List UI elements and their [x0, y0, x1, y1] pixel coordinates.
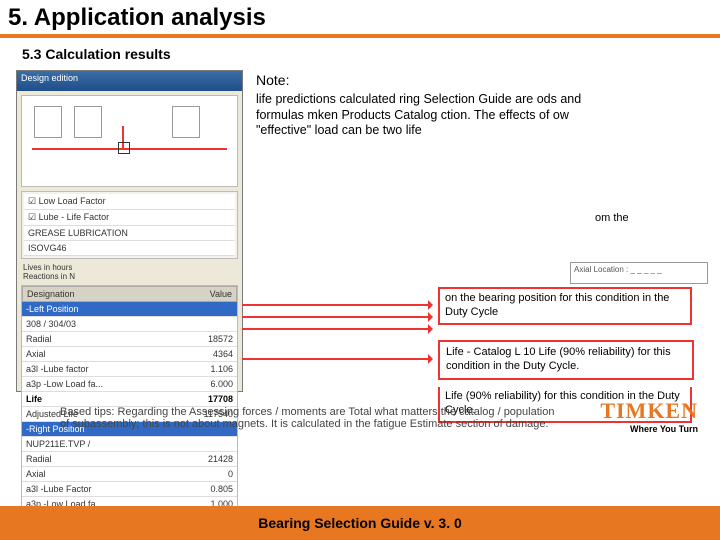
units-caption-2: Reactions in N	[17, 272, 242, 281]
content-area: Design edition ☑ Low Load Factor ☑ Lube …	[10, 62, 710, 482]
grid-header: Designation Value	[22, 286, 237, 302]
table-row[interactable]: Life 17708	[22, 392, 237, 407]
checkbox-row[interactable]: ☑ Lube - Life Factor	[24, 210, 235, 226]
col-value: Value	[210, 289, 232, 299]
col-designation: Designation	[27, 289, 75, 299]
cell-designation: -Left Position	[26, 304, 79, 314]
cell-designation: a3p -Low Load fa...	[26, 379, 103, 389]
table-row[interactable]: a3l -Lube Factor 0.805	[22, 482, 237, 497]
cell-designation: a3l -Lube Factor	[26, 484, 92, 494]
callout-arrow	[242, 316, 432, 318]
table-row[interactable]: Axial 0	[22, 467, 237, 482]
cell-value: 1.106	[210, 364, 233, 374]
footer-bar: Bearing Selection Guide v. 3. 0	[0, 506, 720, 540]
cell-value: 0	[228, 469, 233, 479]
lube-checkbox-label: Lube - Life Factor	[39, 212, 110, 222]
cell-designation: Axial	[26, 469, 46, 479]
bearing-icon	[172, 106, 200, 138]
callout-arrow	[242, 328, 432, 330]
cell-designation: NUP211E.TVP /	[26, 439, 90, 449]
units-caption-1: Lives in hours	[17, 263, 242, 272]
note-block: Note: life predictions calculated ring S…	[256, 72, 586, 139]
footnote-line: Based tips: Regarding the Assessing forc…	[60, 406, 554, 418]
window-title: Design edition	[17, 71, 242, 91]
note-heading: Note:	[256, 72, 586, 88]
footnote-line: of subassembly; this is not about magnet…	[60, 418, 549, 430]
cell-designation: 308 / 304/03	[26, 319, 76, 329]
table-row[interactable]: Axial 4364	[22, 347, 237, 362]
brand-logo: TIMKEN Where You Turn	[600, 398, 698, 434]
gear-marker	[118, 142, 130, 154]
app-screenshot: Design edition ☑ Low Load Factor ☑ Lube …	[16, 70, 243, 392]
table-row[interactable]: -Left Position	[22, 302, 237, 317]
callout-radial: on the bearing position for this conditi…	[438, 287, 692, 325]
callout-life: Life - Catalog L 10 Life (90% reliabilit…	[438, 340, 694, 380]
iso-value: ISOVG46	[24, 241, 235, 256]
callout-arrow	[242, 304, 432, 306]
page-title: 5. Application analysis	[8, 4, 710, 32]
table-row[interactable]: 308 / 304/03	[22, 317, 237, 332]
cell-designation: Life	[26, 394, 42, 404]
cell-value: 21428	[208, 454, 233, 464]
options-panel: ☑ Low Load Factor ☑ Lube - Life Factor G…	[21, 191, 238, 259]
cell-value: 0.805	[210, 484, 233, 494]
axial-location-field[interactable]: Axial Location : _ _ _ _ _	[570, 262, 708, 284]
title-bar: 5. Application analysis	[0, 0, 720, 38]
footnote-text: Based tips: Regarding the Assessing forc…	[60, 406, 570, 430]
cell-designation: Axial	[26, 349, 46, 359]
bearing-icon	[74, 106, 102, 138]
brand-name: TIMKEN	[600, 398, 698, 424]
checkbox-row[interactable]: ☑ Low Load Factor	[24, 194, 235, 210]
low-load-checkbox-label: Low Load Factor	[39, 196, 106, 206]
callout-arrow	[242, 358, 432, 360]
note-body: life predictions calculated ring Selecti…	[256, 92, 586, 139]
footer-title: Bearing Selection Guide v. 3. 0	[258, 515, 462, 531]
table-row[interactable]: NUP211E.TVP /	[22, 437, 237, 452]
cell-value: 18572	[208, 334, 233, 344]
brand-tagline: Where You Turn	[600, 424, 698, 434]
table-row[interactable]: Radial 18572	[22, 332, 237, 347]
table-row[interactable]: a3p -Low Load fa... 6.000	[22, 377, 237, 392]
cell-value: 6.000	[210, 379, 233, 389]
cell-value: 17708	[208, 394, 233, 404]
table-row[interactable]: Radial 21428	[22, 452, 237, 467]
bearing-icon	[34, 106, 62, 138]
lube-header: GREASE LUBRICATION	[24, 226, 235, 241]
cell-designation: Radial	[26, 334, 52, 344]
shaft-diagram	[21, 95, 238, 187]
cell-designation: a3l -Lube factor	[26, 364, 89, 374]
section-heading: 5.3 Calculation results	[0, 38, 720, 62]
results-grid: Designation Value -Left Position 308 / 30…	[21, 285, 238, 513]
cell-designation: Radial	[26, 454, 52, 464]
note-fragment: om the	[595, 212, 629, 224]
cell-value: 4364	[213, 349, 233, 359]
table-row[interactable]: a3l -Lube factor 1.106	[22, 362, 237, 377]
